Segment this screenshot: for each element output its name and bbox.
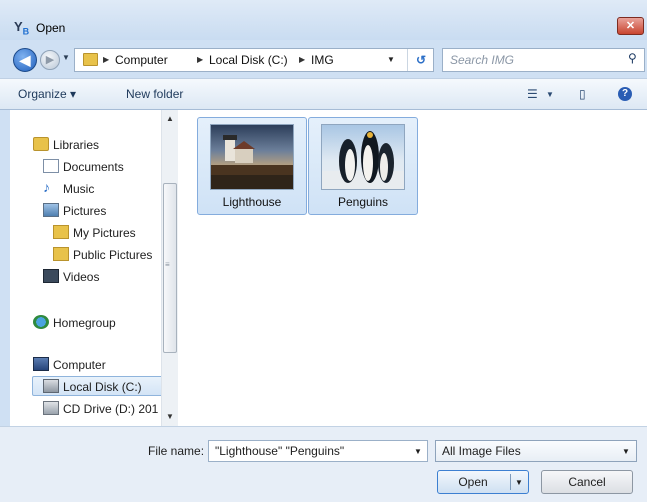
open-button-label[interactable]: Open	[438, 475, 508, 489]
file-type-value[interactable]: All Image Files	[442, 444, 521, 458]
sidebar-scrollbar[interactable]: ▲ ≡ ▼	[161, 110, 178, 426]
sidebar-item-label: Videos	[63, 270, 100, 284]
window-title: Open	[36, 21, 66, 35]
sidebar-item-label: Computer	[53, 358, 106, 372]
organize-button[interactable]: Organize ▾	[18, 87, 76, 101]
title-bar: YB Open ✕	[0, 0, 647, 40]
sidebar-item-public-pictures[interactable]: Public Pictures	[53, 245, 175, 265]
file-name-label: Lighthouse	[222, 195, 282, 209]
drive-icon	[43, 379, 59, 393]
folder-icon	[53, 247, 69, 261]
breadcrumb-separator-icon[interactable]: ▶	[197, 55, 203, 64]
sidebar-item-label: Documents	[63, 160, 124, 174]
sidebar-item-label: CD Drive (D:) 201	[63, 402, 159, 416]
search-input[interactable]: Search IMG	[450, 53, 514, 67]
dialog-footer: File name: "Lighthouse" "Penguins" ▼ All…	[0, 426, 647, 502]
address-bar[interactable]: ▶ Computer ▶ Local Disk (C:) ▶ IMG ▼ ↺	[74, 48, 434, 72]
search-box[interactable]: Search IMG ⚲	[442, 48, 645, 72]
command-toolbar: Organize ▾ New folder ☰ ▼ ▯ ?	[0, 78, 647, 110]
music-icon: ♪	[43, 179, 50, 195]
file-name-label: Penguins	[337, 195, 389, 209]
pictures-icon	[43, 203, 59, 217]
navigation-bar: ◀ ▶ ▼ ▶ Computer ▶ Local Disk (C:) ▶ IMG…	[0, 40, 647, 78]
sidebar-item-label: Local Disk (C:)	[63, 380, 142, 394]
view-options-chevron-icon[interactable]: ▼	[546, 90, 554, 99]
file-type-select[interactable]: All Image Files ▼	[435, 440, 637, 462]
sidebar-item-pictures[interactable]: Pictures	[43, 201, 163, 221]
file-list: Lighthouse Penguins	[178, 110, 647, 426]
sidebar-item-my-pictures[interactable]: My Pictures	[53, 223, 173, 243]
file-name-field-label: File name:	[148, 444, 205, 458]
refresh-button[interactable]: ↺	[407, 49, 434, 71]
sidebar-item-label: My Pictures	[73, 226, 136, 240]
file-item-lighthouse[interactable]: Lighthouse	[197, 117, 307, 215]
file-type-dropdown-icon[interactable]: ▼	[622, 447, 630, 456]
breadcrumb-local-disk[interactable]: Local Disk (C:)	[209, 53, 288, 67]
scroll-down-icon[interactable]: ▼	[166, 412, 174, 421]
sidebar-item-documents[interactable]: Documents	[43, 157, 163, 177]
sidebar-item-libraries[interactable]: Libraries	[33, 135, 153, 155]
penguins-thumbnail	[321, 124, 405, 190]
recent-pages-chevron-icon[interactable]: ▼	[62, 53, 70, 62]
change-view-icon[interactable]: ☰	[527, 87, 538, 101]
new-folder-button[interactable]: New folder	[126, 87, 183, 101]
sidebar-item-homegroup[interactable]: Homegroup	[33, 313, 153, 333]
forward-button[interactable]: ▶	[40, 50, 60, 70]
sidebar-item-cd-drive[interactable]: CD Drive (D:) 201	[43, 399, 173, 419]
cd-drive-icon	[43, 401, 59, 415]
preview-pane-icon[interactable]: ▯	[579, 87, 586, 101]
lighthouse-thumbnail	[210, 124, 294, 190]
sidebar-item-label: Public Pictures	[73, 248, 153, 262]
app-icon: YB	[14, 19, 30, 37]
libraries-icon	[33, 137, 49, 151]
help-icon[interactable]: ?	[618, 87, 632, 101]
navigation-pane: Libraries Documents ♪ Music Pictures My …	[10, 110, 175, 426]
folder-icon	[83, 53, 98, 66]
sidebar-item-label: Libraries	[53, 138, 100, 152]
search-icon[interactable]: ⚲	[628, 51, 637, 65]
breadcrumb-separator-icon[interactable]: ▶	[299, 55, 305, 64]
sidebar-item-label: Pictures	[63, 204, 107, 218]
address-dropdown-icon[interactable]: ▼	[387, 55, 395, 64]
file-name-value[interactable]: "Lighthouse" "Penguins"	[215, 444, 344, 458]
breadcrumb-computer[interactable]: Computer	[115, 53, 168, 67]
documents-icon	[43, 159, 59, 173]
file-name-dropdown-icon[interactable]: ▼	[414, 447, 422, 456]
sidebar-item-local-disk[interactable]: Local Disk (C:)	[32, 376, 164, 396]
file-item-penguins[interactable]: Penguins	[308, 117, 418, 215]
breadcrumb-separator-icon[interactable]: ▶	[103, 55, 109, 64]
sidebar-item-label: Homegroup	[53, 316, 116, 330]
computer-icon	[33, 357, 49, 371]
file-name-field[interactable]: "Lighthouse" "Penguins" ▼	[208, 440, 428, 462]
open-split-divider	[510, 474, 511, 490]
open-button[interactable]: Open ▼	[437, 470, 529, 494]
back-button[interactable]: ◀	[13, 48, 37, 72]
folder-icon	[53, 225, 69, 239]
sidebar-item-computer[interactable]: Computer	[33, 355, 153, 375]
sidebar-item-music[interactable]: ♪ Music	[43, 179, 163, 199]
sidebar-item-label: Music	[63, 182, 95, 196]
close-button[interactable]: ✕	[617, 17, 644, 35]
breadcrumb-img[interactable]: IMG	[311, 53, 334, 67]
scrollbar-grip-icon: ≡	[165, 260, 170, 269]
scroll-up-icon[interactable]: ▲	[166, 114, 174, 123]
sidebar-item-videos[interactable]: Videos	[43, 267, 163, 287]
videos-icon	[43, 269, 59, 283]
homegroup-icon	[33, 315, 49, 329]
cancel-button[interactable]: Cancel	[541, 470, 633, 494]
open-options-chevron-icon[interactable]: ▼	[515, 478, 523, 487]
